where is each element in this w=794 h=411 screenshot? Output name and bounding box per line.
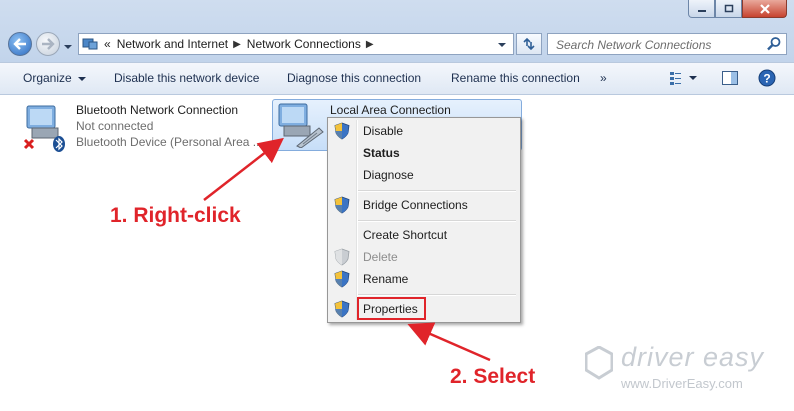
arrow-to-properties [407,322,491,362]
watermark-brand: driver easy [621,342,765,372]
step2-annotation: 2. Select [450,365,536,388]
driver-easy-logo-icon [585,346,613,380]
step1-annotation: 1. Right-click [110,204,241,227]
arrow-to-connection [203,137,284,201]
watermark-url: www.DriverEasy.com [621,376,743,391]
